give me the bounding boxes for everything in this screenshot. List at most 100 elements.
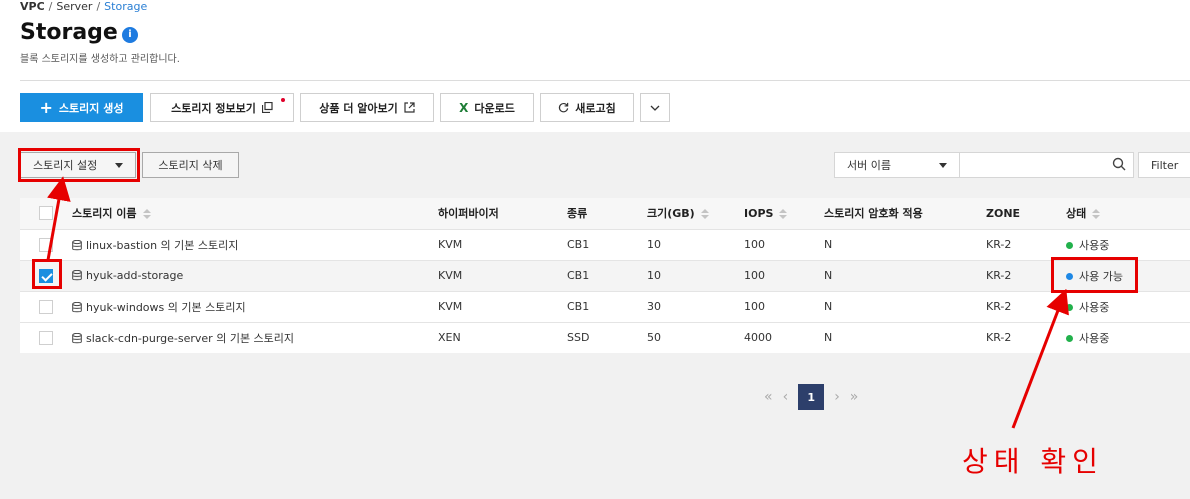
annotation-note: 상태 확인 (962, 445, 1104, 478)
status-dot (1066, 335, 1073, 343)
notification-dot (281, 98, 285, 102)
hypervisor-cell: KVM (438, 238, 463, 251)
search-icon[interactable] (1112, 157, 1126, 171)
select-all-cell (20, 198, 72, 229)
size-cell: 50 (647, 331, 661, 345)
breadcrumb-storage[interactable]: Storage (104, 0, 147, 13)
column-header-iops[interactable]: IOPS (744, 198, 824, 229)
column-header-size[interactable]: 크기(GB) (647, 198, 744, 229)
type-cell: CB1 (567, 300, 590, 313)
status-cell: 사용중 (1066, 322, 1190, 353)
prev-page-icon[interactable]: ‹ (783, 389, 789, 405)
download-label: 다운로드 (474, 101, 515, 115)
filter-button[interactable]: Filter (1138, 152, 1190, 178)
size-cell: 30 (647, 300, 661, 313)
delete-storage-button[interactable]: 스토리지 삭제 (142, 152, 239, 178)
learn-more-label: 상품 더 알아보기 (319, 101, 398, 115)
first-page-icon[interactable]: « (764, 389, 773, 405)
table-row[interactable]: linux-bastion 의 기본 스토리지 KVM CB1 10 100 N… (20, 229, 1190, 260)
excel-icon: X (459, 100, 469, 115)
column-label: 상태 (1066, 207, 1087, 221)
status-badge: 사용 가능 (1079, 269, 1123, 283)
search-field-select[interactable]: 서버 이름 (834, 152, 960, 178)
iops-cell: 100 (744, 238, 765, 251)
learn-more-button[interactable]: 상품 더 알아보기 (300, 93, 434, 122)
column-header-hypervisor: 하이퍼바이저 (438, 198, 567, 229)
more-options-button[interactable] (640, 93, 670, 122)
breadcrumb-server[interactable]: Server (56, 0, 92, 13)
create-storage-button[interactable]: + 스토리지 생성 (20, 93, 143, 122)
create-storage-label: 스토리지 생성 (58, 101, 124, 115)
status-badge: 사용중 (1079, 331, 1110, 345)
search-field-value: 서버 이름 (847, 159, 891, 172)
caret-down-icon (115, 162, 123, 168)
refresh-icon (559, 102, 569, 113)
column-header-name[interactable]: 스토리지 이름 (72, 198, 438, 229)
breadcrumb: VPC / Server / Storage (20, 0, 147, 13)
column-header-status[interactable]: 상태 (1066, 198, 1190, 229)
sort-icon[interactable] (779, 208, 788, 219)
encryption-cell: N (824, 269, 833, 282)
current-page-button[interactable]: 1 (798, 384, 825, 410)
database-icon (72, 270, 82, 281)
status-dot (1066, 304, 1073, 311)
row-checkbox[interactable] (39, 330, 53, 345)
encryption-cell: N (824, 238, 833, 251)
storage-name: hyuk-add-storage (86, 269, 184, 282)
type-cell: SSD (567, 331, 590, 345)
select-all-checkbox[interactable] (39, 206, 53, 221)
status-dot (1066, 242, 1073, 249)
storage-table: 스토리지 이름 하이퍼바이저 종류 크기(GB) IOPS 스토리지 암호화 적… (20, 198, 1190, 353)
size-cell: 10 (647, 269, 661, 282)
type-cell: CB1 (567, 269, 590, 282)
sort-icon[interactable] (142, 209, 151, 220)
row-checkbox[interactable] (39, 237, 53, 252)
divider (20, 80, 1190, 81)
column-label: 종류 (567, 207, 588, 221)
column-label: 스토리지 암호화 적용 (824, 207, 923, 221)
size-cell: 10 (647, 238, 661, 251)
encryption-cell: N (824, 300, 833, 313)
storage-info-label: 스토리지 정보보기 (171, 101, 256, 115)
next-page-icon[interactable]: › (834, 389, 840, 405)
storage-name-cell: linux-bastion 의 기본 스토리지 (72, 229, 438, 260)
column-label: 하이퍼바이저 (438, 207, 499, 221)
table-row[interactable]: hyuk-add-storage KVM CB1 10 100 N KR-2 사… (20, 260, 1190, 291)
status-badge: 사용중 (1079, 300, 1110, 314)
table-row[interactable]: hyuk-windows 의 기본 스토리지 KVM CB1 30 100 N … (20, 291, 1190, 322)
hypervisor-cell: XEN (438, 331, 461, 345)
row-checkbox-checked[interactable] (39, 268, 53, 283)
row-checkbox[interactable] (39, 299, 53, 314)
storage-settings-label: 스토리지 설정 (33, 159, 98, 172)
row-select-cell (20, 291, 72, 322)
refresh-label: 새로고침 (575, 101, 616, 115)
refresh-button[interactable]: 새로고침 (540, 93, 634, 122)
type-cell: CB1 (567, 238, 590, 251)
status-badge: 사용중 (1079, 238, 1110, 252)
row-select-cell (20, 260, 72, 291)
table-row[interactable]: slack-cdn-purge-server 의 기본 스토리지 XEN SSD… (20, 322, 1190, 353)
storage-name: slack-cdn-purge-server 의 기본 스토리지 (86, 331, 295, 345)
search-input[interactable] (959, 152, 1134, 178)
status-cell: 사용중 (1066, 229, 1190, 260)
storage-info-button[interactable]: 스토리지 정보보기 (150, 93, 294, 122)
database-icon (72, 301, 82, 312)
iops-cell: 100 (744, 300, 765, 313)
database-icon (72, 332, 82, 343)
zone-cell: KR-2 (986, 269, 1012, 282)
storage-settings-dropdown[interactable]: 스토리지 설정 (20, 152, 136, 178)
pagination: « ‹ 1 › » (764, 384, 858, 410)
iops-cell: 4000 (744, 331, 772, 345)
page-subtitle: 블록 스토리지를 생성하고 관리합니다. (20, 54, 180, 65)
last-page-icon[interactable]: » (850, 389, 859, 405)
breadcrumb-vpc[interactable]: VPC (20, 0, 45, 13)
page-header: VPC / Server / Storage Storage i 블록 스토리지… (0, 0, 1190, 132)
caret-down-icon (939, 162, 947, 168)
info-icon[interactable]: i (122, 27, 138, 43)
sort-icon[interactable] (700, 209, 709, 220)
download-button[interactable]: X 다운로드 (440, 93, 534, 122)
sort-icon[interactable] (1092, 209, 1101, 220)
column-header-encryption: 스토리지 암호화 적용 (824, 198, 986, 229)
database-icon (72, 239, 82, 250)
breadcrumb-separator: / (48, 0, 53, 13)
